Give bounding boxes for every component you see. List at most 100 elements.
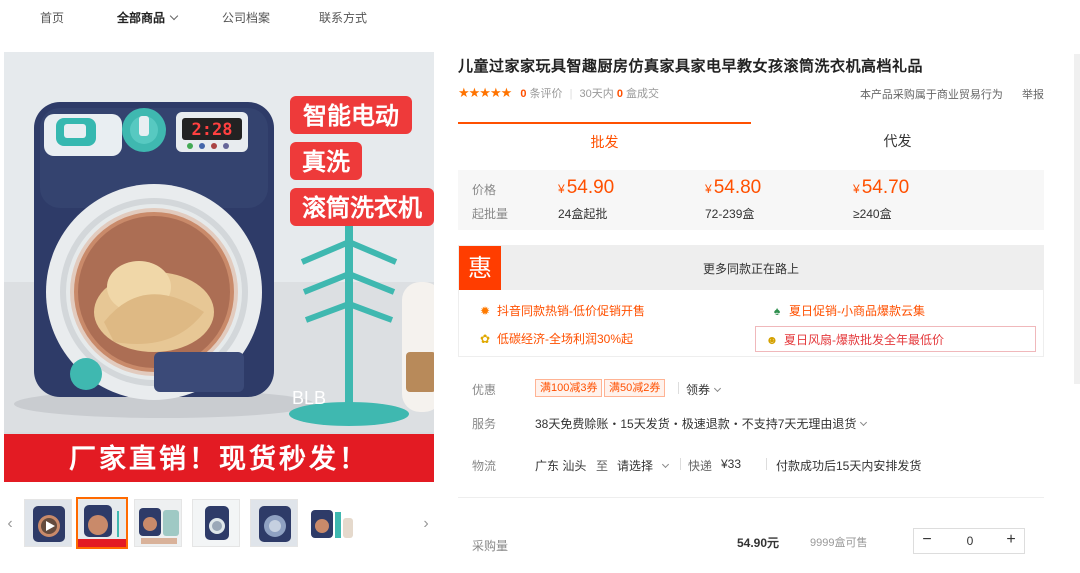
image-text-line1: 智能电动 xyxy=(303,102,399,130)
purchase-mode-tabs: 批发 代发 xyxy=(458,122,1044,158)
rating-stars-icon: ★★★★★ xyxy=(458,85,512,100)
thumbnail-2[interactable] xyxy=(134,499,182,547)
service-label: 服务 xyxy=(472,417,497,431)
destination-select[interactable]: 请选择 xyxy=(617,457,670,474)
price-box: 价格 起批量 ¥54.90 ¥54.80 ¥54.70 24盒起批 72-239… xyxy=(458,170,1044,230)
price-tier-2: ¥54.80 xyxy=(705,177,761,199)
thumbnail-5[interactable] xyxy=(306,499,354,547)
nav-all-products-label: 全部商品 xyxy=(117,11,166,25)
sales-suffix: 盒成交 xyxy=(626,88,660,100)
divider xyxy=(766,458,767,470)
page-scrollbar[interactable] xyxy=(1074,54,1080,384)
logistics-label: 物流 xyxy=(472,459,497,473)
logistics-to: 至 xyxy=(596,459,609,473)
qty-tier-2: 72-239盒 xyxy=(705,207,755,221)
increase-button[interactable]: + xyxy=(998,529,1024,553)
promo-item-2[interactable]: ♠ 夏日促销-小商品爆款云集 xyxy=(769,298,925,324)
promo-item-3[interactable]: ✿ 低碳经济-全场利润30%起 xyxy=(477,326,633,352)
product-title: 儿童过家家玩具智趣厨房仿真家具家电早教女孩滚筒洗衣机高档礼品 xyxy=(458,57,924,75)
coupon-50-2[interactable]: 满50减2券 xyxy=(604,379,666,397)
purchase-label: 采购量 xyxy=(472,539,509,553)
destination-value: 请选择 xyxy=(617,459,654,473)
thumb-prev-arrow-icon[interactable]: ‹ xyxy=(2,497,18,551)
section-divider xyxy=(458,497,1044,498)
trade-note-group: 本产品采购属于商业贸易行为 举报 xyxy=(860,86,1044,102)
price-tier-1: ¥54.90 xyxy=(558,177,614,199)
chevron-down-icon xyxy=(860,418,868,427)
coupon-100-3[interactable]: 满100减3券 xyxy=(535,379,603,397)
price-value: 54.90 xyxy=(566,177,615,198)
moq-label: 起批量 xyxy=(472,207,509,221)
sunflower-icon: ✿ xyxy=(479,332,491,346)
sales-count: 0 xyxy=(616,88,623,100)
flame-icon: ✹ xyxy=(479,304,491,318)
decrease-button[interactable]: − xyxy=(914,529,940,553)
review-link[interactable]: 0 条评价 xyxy=(520,88,562,100)
promo-header[interactable]: 更多同款正在路上 惠 xyxy=(459,246,1043,290)
stock-available: 9999盒可售 xyxy=(810,537,868,549)
currency-symbol: ¥ xyxy=(705,182,712,196)
divider xyxy=(678,382,679,394)
claim-coupon-label: 领券 xyxy=(686,383,711,397)
review-count: 0 xyxy=(520,88,527,100)
promo-item-4[interactable]: ☻ 夏日风扇-爆款批发全年最低价 xyxy=(755,326,1036,352)
report-link[interactable]: 举报 xyxy=(1022,89,1044,101)
image-text-line3: 滚筒洗衣机 xyxy=(302,194,422,222)
main-product-image[interactable]: 2:28 BLB 智能电动 真洗 滚筒洗衣机 厂家直销！现货秒发！ xyxy=(4,52,434,482)
promo-header-text: 更多同款正在路上 xyxy=(702,262,799,276)
nav-company-profile[interactable]: 公司档案 xyxy=(222,9,270,26)
qty-tier-1: 24盒起批 xyxy=(558,207,608,221)
service-dropdown[interactable]: 38天免费赊账・15天发货・极速退款・不支持7天无理由退货 xyxy=(535,415,868,432)
promo-item-text: 低碳经济-全场利润30%起 xyxy=(497,332,634,346)
rating-divider: | xyxy=(569,88,573,100)
chevron-down-icon xyxy=(661,460,670,469)
leaf-icon: ♠ xyxy=(773,304,781,318)
thumbnail-strip: ‹ › xyxy=(0,497,440,553)
promo-item-text: 夏日风扇-爆款批发全年最低价 xyxy=(784,333,944,347)
currency-symbol: ¥ xyxy=(853,182,860,196)
claim-coupon-dropdown[interactable]: 领券 xyxy=(686,381,722,398)
promo-item-text: 抖音同款热销-低价促销开售 xyxy=(497,304,645,318)
nav-home[interactable]: 首页 xyxy=(40,9,64,26)
promo-box: 更多同款正在路上 惠 ✹ 抖音同款热销-低价促销开售 ♠ 夏日促销-小商品爆款云集 … xyxy=(458,245,1044,357)
thumbnail-4[interactable] xyxy=(250,499,298,547)
chevron-down-icon xyxy=(169,11,179,21)
video-thumb-icon xyxy=(25,500,71,546)
promo-item-1[interactable]: ✹ 抖音同款热销-低价促销开售 xyxy=(477,298,645,324)
display-time: 2:28 xyxy=(192,120,233,140)
quantity-stepper: − + xyxy=(913,528,1025,554)
watermark-text: BLB xyxy=(292,388,326,408)
thumb-image-icon xyxy=(193,500,239,546)
thumb-image-icon xyxy=(307,500,353,546)
price-value: 54.80 xyxy=(713,177,762,198)
thumbnail-1[interactable] xyxy=(76,497,128,549)
quantity-input[interactable] xyxy=(944,531,996,551)
thumb-image-icon xyxy=(251,500,297,546)
tab-wholesale[interactable]: 批发 xyxy=(458,122,751,158)
nav-contact[interactable]: 联系方式 xyxy=(319,9,367,26)
discount-label: 优惠 xyxy=(472,383,497,397)
washing-machine-illustration: 2:28 BLB 智能电动 真洗 滚筒洗衣机 厂家直销！现货秒发！ xyxy=(4,52,434,482)
discount-badge-icon: 惠 xyxy=(459,246,501,290)
nav-all-products[interactable]: 全部商品 xyxy=(117,9,179,26)
image-banner-text: 厂家直销！现货秒发！ xyxy=(69,443,369,475)
unit-price: 54.90元 xyxy=(737,536,780,550)
express-label: 快递 xyxy=(688,459,713,473)
trade-note: 本产品采购属于商业贸易行为 xyxy=(859,89,1003,101)
service-text: 38天免费赊账・15天发货・极速退款・不支持7天无理由退货 xyxy=(535,417,857,431)
thumbnail-3[interactable] xyxy=(192,499,240,547)
chevron-down-icon xyxy=(713,384,722,393)
thumbnail-video[interactable] xyxy=(24,499,72,547)
thumb-next-arrow-icon[interactable]: › xyxy=(418,497,434,551)
frog-icon: ☻ xyxy=(765,333,779,347)
logistics-origin: 广东 汕头 xyxy=(535,459,587,473)
shipping-fee: ¥33 xyxy=(721,457,742,471)
price-label: 价格 xyxy=(472,183,497,197)
currency-symbol: ¥ xyxy=(558,182,565,196)
image-text-line2: 真洗 xyxy=(302,148,350,176)
tab-dropship[interactable]: 代发 xyxy=(751,122,1044,158)
review-label: 条评价 xyxy=(529,88,563,100)
sales-prefix: 30天内 xyxy=(579,88,614,100)
price-tier-3: ¥54.70 xyxy=(853,177,909,199)
dispatch-note: 付款成功后15天内安排发货 xyxy=(776,459,922,473)
